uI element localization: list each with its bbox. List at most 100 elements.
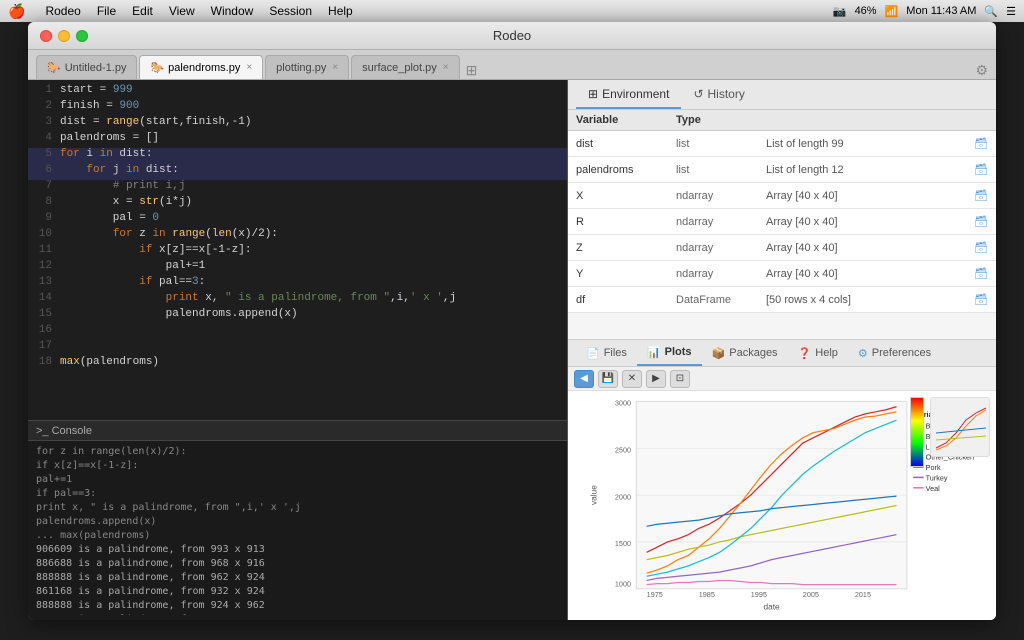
tab-label-palendroms: palendroms.py — [168, 62, 240, 74]
menu-help[interactable]: Help — [328, 4, 353, 18]
tab-preferences[interactable]: ⚙ Preferences — [848, 340, 941, 366]
editor-pane: 1 start = 999 2 finish = 900 3 dist = ra… — [28, 80, 568, 620]
plot-nav-right[interactable]: ▶ — [646, 370, 666, 388]
tab-environment[interactable]: ⊞ Environment — [576, 81, 681, 109]
var-row-Y[interactable]: Y ndarray Array [40 x 40] 🗃 — [568, 261, 996, 287]
var-action-df[interactable]: 🗃 — [958, 293, 988, 306]
console-line: 888888 is a palindrome, from 962 x 924 — [36, 571, 559, 585]
menu-file[interactable]: File — [97, 4, 116, 18]
var-row-dist[interactable]: dist list List of length 99 🗃 — [568, 131, 996, 157]
close-button[interactable] — [40, 30, 52, 42]
console-pane: >_ Console for z in range(len(x)/2): if … — [28, 420, 567, 620]
console-line: print x, " is a palindrome, from ",i,' x… — [36, 501, 559, 515]
svg-text:2000: 2000 — [615, 492, 631, 501]
menu-rodeo[interactable]: Rodeo — [45, 4, 80, 18]
tab-icon-untitled: 🐎 — [47, 61, 61, 74]
var-name-palendroms: palendroms — [576, 164, 676, 176]
plot-thumbnail[interactable] — [930, 397, 990, 457]
bottom-tabbar: 📄 Files 📊 Plots 📦 Packages ❓ Help ⚙ — [568, 339, 996, 367]
var-type-R: ndarray — [676, 216, 766, 228]
var-row-Z[interactable]: Z ndarray Array [40 x 40] 🗃 — [568, 235, 996, 261]
tab-close-surface[interactable]: × — [443, 62, 449, 73]
plot-save[interactable]: 💾 — [598, 370, 618, 388]
plots-tab-icon: 📊 — [647, 346, 661, 359]
code-line-13: 13 if pal==3: — [28, 276, 567, 292]
var-row-X[interactable]: X ndarray Array [40 x 40] 🗃 — [568, 183, 996, 209]
maximize-button[interactable] — [76, 30, 88, 42]
color-scale — [910, 397, 924, 467]
menu-icon[interactable]: ☰ — [1006, 5, 1016, 18]
svg-text:2500: 2500 — [615, 445, 631, 454]
menu-window[interactable]: Window — [211, 4, 254, 18]
var-action-X[interactable]: 🗃 — [958, 189, 988, 202]
console-line: ... max(palendroms) — [36, 529, 559, 543]
editor-area[interactable]: 1 start = 999 2 finish = 900 3 dist = ra… — [28, 80, 567, 420]
code-line-12: 12 pal+=1 — [28, 260, 567, 276]
code-line-11: 11 if x[z]==x[-1-z]: — [28, 244, 567, 260]
console-line: 906609 is a palindrome, from 993 x 913 — [36, 543, 559, 557]
tab-close-palendroms[interactable]: × — [246, 62, 252, 73]
tab-plotting[interactable]: plotting.py × — [265, 55, 349, 79]
var-value-palendroms: List of length 12 — [766, 164, 958, 176]
var-row-df[interactable]: df DataFrame [50 rows x 4 cols] 🗃 — [568, 287, 996, 313]
tab-palendroms[interactable]: 🐎 palendroms.py × — [139, 55, 263, 79]
code-line-14: 14 print x, " is a palindrome, from ",i,… — [28, 292, 567, 308]
help-tab-label: Help — [815, 347, 838, 359]
svg-text:date: date — [763, 602, 780, 612]
new-tab-button[interactable]: ⊞ — [466, 62, 478, 79]
files-tab-label: Files — [604, 347, 627, 359]
var-row-R[interactable]: R ndarray Array [40 x 40] 🗃 — [568, 209, 996, 235]
tab-files[interactable]: 📄 Files — [576, 340, 637, 366]
var-type-X: ndarray — [676, 190, 766, 202]
settings-icon[interactable]: ⚙ — [975, 62, 988, 79]
packages-tab-label: Packages — [729, 347, 777, 359]
console-content[interactable]: for z in range(len(x)/2): if x[z]==x[-1-… — [28, 441, 567, 615]
var-type-Y: ndarray — [676, 268, 766, 280]
code-line-7: 7 # print i,j — [28, 180, 567, 196]
tab-untitled[interactable]: 🐎 Untitled-1.py — [36, 55, 137, 79]
history-tab-label: History — [708, 87, 745, 101]
console-line: 888888 is a palindrome, from 924 x 962 — [36, 599, 559, 613]
help-tab-icon: ❓ — [798, 347, 812, 360]
var-action-palendroms[interactable]: 🗃 — [958, 163, 988, 176]
svg-text:1500: 1500 — [615, 539, 631, 548]
tab-history[interactable]: ↺ History — [681, 81, 756, 109]
tab-surface-plot[interactable]: surface_plot.py × — [351, 55, 459, 79]
plot-close[interactable]: ✕ — [622, 370, 642, 388]
tab-help[interactable]: ❓ Help — [788, 340, 848, 366]
plot-nav-left[interactable]: ◀ — [574, 370, 594, 388]
tab-plots[interactable]: 📊 Plots — [637, 340, 702, 366]
var-action-dist[interactable]: 🗃 — [958, 137, 988, 150]
menu-view[interactable]: View — [169, 4, 195, 18]
code-line-15: 15 palendroms.append(x) — [28, 308, 567, 324]
svg-text:value: value — [589, 485, 599, 505]
code-line-18: 18 max(palendroms) — [28, 356, 567, 372]
packages-tab-icon: 📦 — [712, 347, 726, 360]
console-line: 861168 is a palindrome, from 924 x 932 — [36, 613, 559, 615]
apple-menu[interactable]: 🍎 — [8, 3, 25, 20]
search-icon[interactable]: 🔍 — [984, 5, 998, 18]
console-line: if x[z]==x[-1-z]: — [36, 459, 559, 473]
tab-packages[interactable]: 📦 Packages — [702, 340, 788, 366]
code-line-16: 16 — [28, 324, 567, 340]
tab-close-plotting[interactable]: × — [332, 62, 338, 73]
var-type-dist: list — [676, 138, 766, 150]
plot-zoom[interactable]: ⊡ — [670, 370, 690, 388]
wifi-icon: 📶 — [885, 5, 899, 18]
svg-text:1975: 1975 — [647, 590, 663, 599]
code-line-9: 9 pal = 0 — [28, 212, 567, 228]
menu-edit[interactable]: Edit — [132, 4, 153, 18]
var-table-header: Variable Type — [568, 110, 996, 131]
var-action-R[interactable]: 🗃 — [958, 215, 988, 228]
var-action-Y[interactable]: 🗃 — [958, 267, 988, 280]
variable-table: Variable Type dist list List of length 9… — [568, 110, 996, 339]
var-action-Z[interactable]: 🗃 — [958, 241, 988, 254]
menu-session[interactable]: Session — [269, 4, 312, 18]
battery-text: 46% — [855, 5, 877, 17]
var-row-palendroms[interactable]: palendroms list List of length 12 🗃 — [568, 157, 996, 183]
minimize-button[interactable] — [58, 30, 70, 42]
menubar: 🍎 Rodeo File Edit View Window Session He… — [0, 0, 1024, 22]
console-line: for z in range(len(x)/2): — [36, 445, 559, 459]
code-line-3: 3 dist = range(start,finish,-1) — [28, 116, 567, 132]
history-tab-icon: ↺ — [693, 87, 703, 101]
